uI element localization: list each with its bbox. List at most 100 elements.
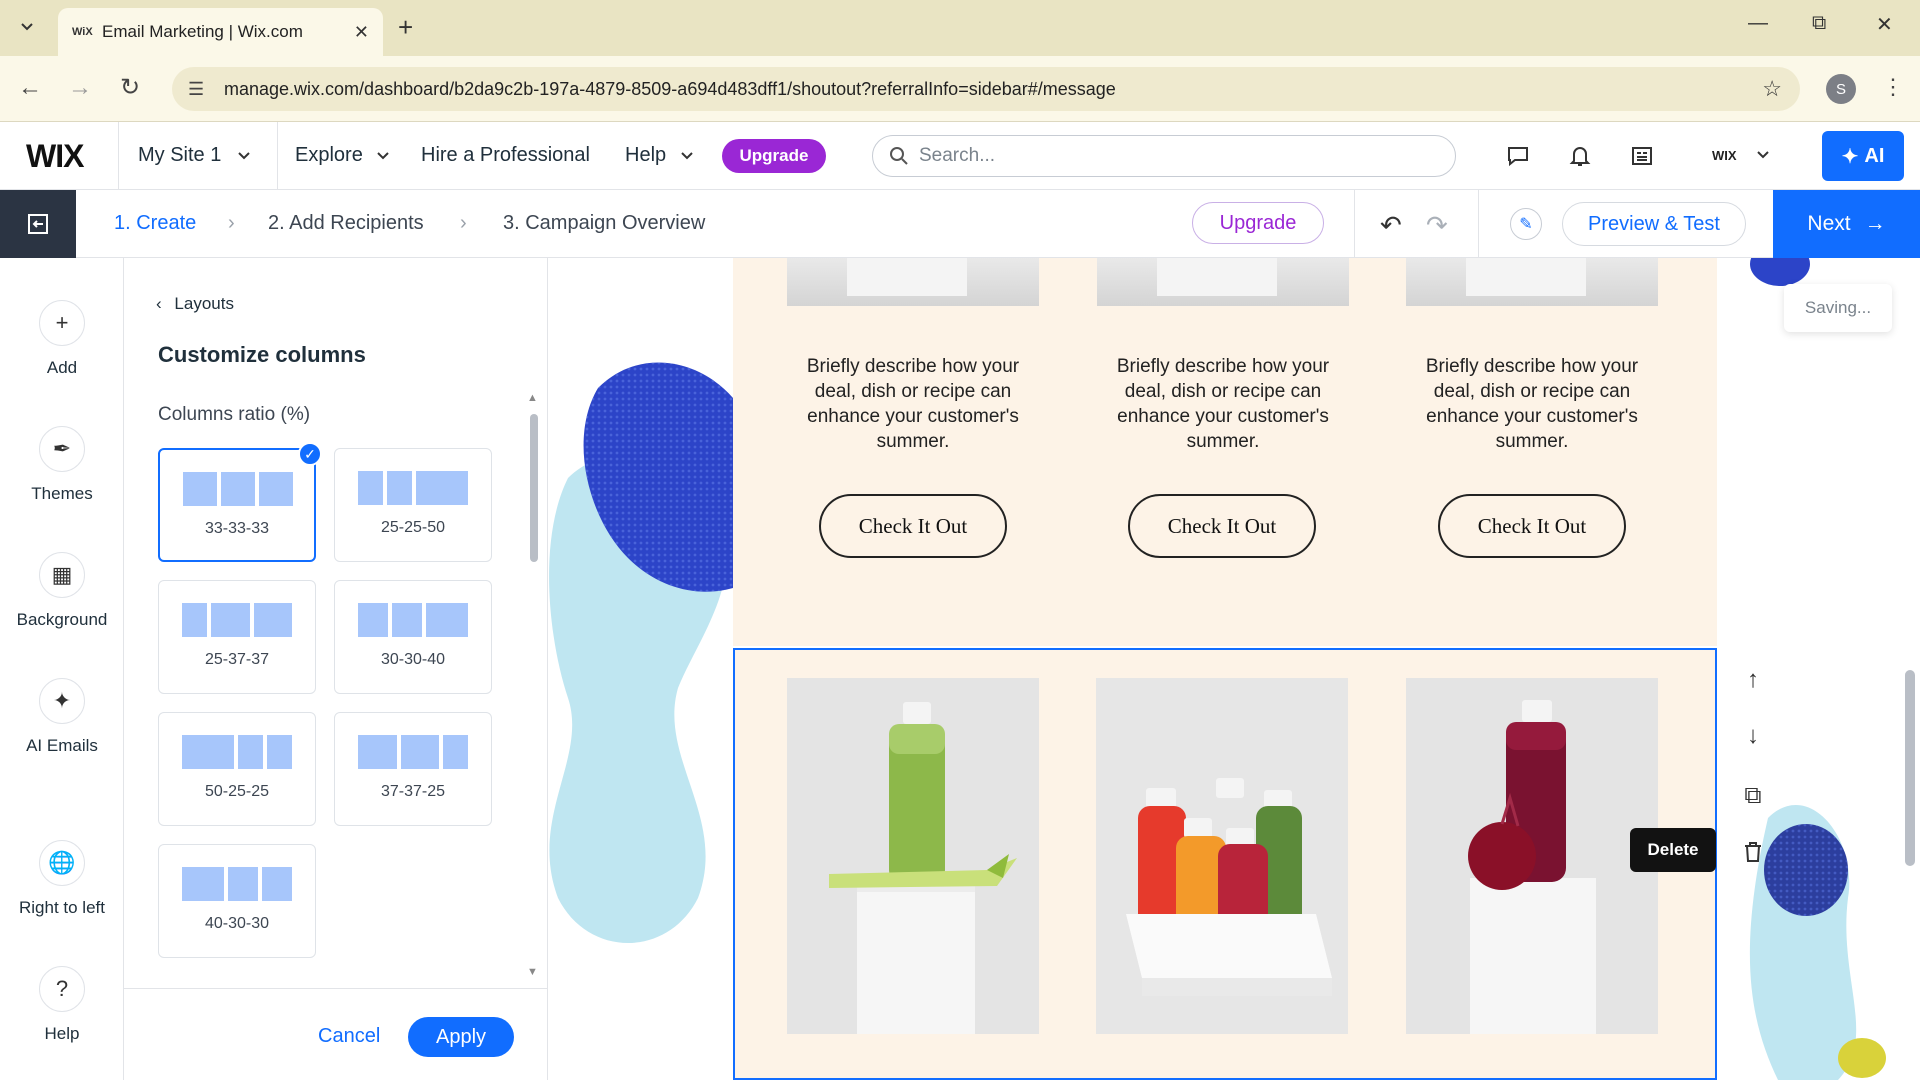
exit-editor-button[interactable] <box>0 190 76 258</box>
upgrade-button[interactable]: Upgrade <box>722 139 826 173</box>
hire-professional-link[interactable]: Hire a Professional <box>421 144 590 167</box>
ratio-option-label: 40-30-30 <box>204 915 270 932</box>
step-add-recipients[interactable]: 2. Add Recipients <box>268 212 424 235</box>
globe-icon: 🌐 <box>39 840 85 886</box>
divider <box>277 122 278 190</box>
check-it-out-button[interactable]: Check It Out <box>1128 494 1316 558</box>
url-bar[interactable]: ☰ manage.wix.com/dashboard/b2da9c2b-197a… <box>172 67 1800 111</box>
ratio-option-40-30-30[interactable]: 40-30-30 <box>158 844 316 958</box>
panel-scrollbar[interactable] <box>530 414 538 562</box>
divider <box>118 122 119 190</box>
explore-menu[interactable]: Explore <box>295 144 390 167</box>
back-arrow-icon[interactable]: ← <box>18 76 42 100</box>
ratio-option-25-37-37[interactable]: 25-37-37 <box>158 580 316 694</box>
step-campaign-overview[interactable]: 3. Campaign Overview <box>503 212 705 235</box>
tab-list-chevron-icon[interactable] <box>12 12 42 42</box>
chevron-down-icon <box>1757 151 1769 159</box>
product-image[interactable] <box>787 258 1039 306</box>
redo-icon[interactable]: ↷ <box>1426 210 1448 241</box>
sparkle-icon: ✦ <box>1841 145 1859 168</box>
ratio-option-25-25-50[interactable]: 25-25-50 <box>334 448 492 562</box>
background-icon: ▦ <box>39 552 85 598</box>
undo-icon[interactable]: ↶ <box>1380 210 1402 241</box>
column-description[interactable]: Briefly describe how your deal, dish or … <box>1406 354 1658 454</box>
plus-icon: + <box>39 300 85 346</box>
news-icon[interactable] <box>1630 144 1654 174</box>
ratio-preview <box>358 735 468 769</box>
column-description[interactable]: Briefly describe how your deal, dish or … <box>1097 354 1349 454</box>
rail-item-background[interactable]: ▦ Background <box>0 552 124 630</box>
new-tab-button[interactable]: + <box>398 14 413 40</box>
column-description[interactable]: Briefly describe how your deal, dish or … <box>787 354 1039 454</box>
product-image[interactable] <box>1097 258 1349 306</box>
account-menu[interactable]: WIX <box>1712 148 1770 163</box>
check-it-out-button[interactable]: Check It Out <box>1438 494 1626 558</box>
delete-icon[interactable] <box>1731 830 1775 874</box>
brush-icon: ✒ <box>39 426 85 472</box>
next-button[interactable]: Next → <box>1773 190 1920 258</box>
reload-icon[interactable]: ↻ <box>120 76 140 100</box>
divider <box>1354 190 1355 258</box>
move-up-icon[interactable]: ↑ <box>1731 658 1775 702</box>
url-text[interactable]: manage.wix.com/dashboard/b2da9c2b-197a-4… <box>224 79 1762 100</box>
minimize-icon[interactable]: — <box>1748 12 1768 35</box>
juice-pack-image[interactable] <box>1096 678 1348 1034</box>
ratio-option-label: 25-37-37 <box>204 651 270 668</box>
back-to-layouts-link[interactable]: ‹ Layouts <box>156 294 234 314</box>
search-input[interactable] <box>919 145 1439 167</box>
preview-test-button[interactable]: Preview & Test <box>1562 202 1746 246</box>
ratio-option-50-25-25[interactable]: 50-25-25 <box>158 712 316 826</box>
rail-item-right-to-left[interactable]: 🌐 Right to left <box>0 840 124 918</box>
rail-item-themes[interactable]: ✒ Themes <box>0 426 124 504</box>
scroll-up-icon[interactable]: ▲ <box>527 392 538 404</box>
browser-tab[interactable]: WiX Email Marketing | Wix.com ✕ <box>58 8 383 56</box>
ratio-option-30-30-40[interactable]: 30-30-40 <box>334 580 492 694</box>
apply-button[interactable]: Apply <box>408 1017 514 1057</box>
canvas-scrollbar[interactable] <box>1905 670 1915 866</box>
email-section-selected[interactable] <box>733 648 1717 1080</box>
profile-avatar[interactable]: S <box>1826 74 1856 104</box>
save-template-icon[interactable]: ✎ <box>1510 208 1542 240</box>
rail-item-ai-emails[interactable]: ✦ AI Emails <box>0 678 124 756</box>
rail-label: Help <box>44 1024 80 1043</box>
ratio-option-33-33-33[interactable]: 33-33-33 ✓ <box>158 442 322 562</box>
restore-icon[interactable]: ⧉ <box>1812 12 1826 35</box>
help-menu[interactable]: Help <box>625 144 694 167</box>
scroll-down-icon[interactable]: ▼ <box>527 966 538 978</box>
sparkle-icon: ✦ <box>39 678 85 724</box>
step-separator-icon: › <box>460 212 467 234</box>
duplicate-icon[interactable]: ⧉ <box>1731 774 1775 818</box>
ratio-option-37-37-25[interactable]: 37-37-25 <box>334 712 492 826</box>
browser-tab-bar: WiX Email Marketing | Wix.com ✕ + — ⧉ ✕ <box>0 0 1920 56</box>
cancel-button[interactable]: Cancel <box>318 1025 380 1048</box>
rail-label: Themes <box>31 484 93 503</box>
rail-label: AI Emails <box>26 736 98 755</box>
bell-icon[interactable] <box>1568 144 1592 174</box>
site-menu[interactable]: My Site 1 <box>138 144 251 167</box>
ai-button[interactable]: ✦ AI <box>1822 131 1904 181</box>
step-separator-icon: › <box>228 212 235 234</box>
move-down-icon[interactable]: ↓ <box>1731 714 1775 758</box>
green-juice-image[interactable] <box>787 678 1039 1034</box>
ratio-option-label: 30-30-40 <box>380 651 446 668</box>
email-section-top[interactable]: Briefly describe how your deal, dish or … <box>733 258 1717 646</box>
rail-item-help[interactable]: ? Help <box>0 966 124 1044</box>
ratio-preview <box>183 472 293 506</box>
forward-arrow-icon[interactable]: → <box>68 76 92 100</box>
wix-logo[interactable]: WIX <box>26 138 84 175</box>
arrow-right-icon: → <box>1864 212 1886 235</box>
bookmark-star-icon[interactable]: ☆ <box>1762 76 1782 102</box>
step-create[interactable]: 1. Create <box>114 212 196 235</box>
search-box[interactable] <box>872 135 1456 177</box>
browser-menu-icon[interactable]: ⋮ <box>1882 74 1904 100</box>
tab-close-icon[interactable]: ✕ <box>354 22 369 43</box>
site-settings-icon[interactable]: ☰ <box>188 79 224 100</box>
beet-juice-image[interactable] <box>1406 678 1658 1034</box>
window-close-icon[interactable]: ✕ <box>1876 12 1893 37</box>
ratio-option-label: 33-33-33 <box>204 520 270 537</box>
upgrade-outline-button[interactable]: Upgrade <box>1192 202 1324 244</box>
rail-item-add[interactable]: + Add <box>0 300 124 378</box>
chat-icon[interactable] <box>1506 144 1530 174</box>
product-image[interactable] <box>1406 258 1658 306</box>
check-it-out-button[interactable]: Check It Out <box>819 494 1007 558</box>
